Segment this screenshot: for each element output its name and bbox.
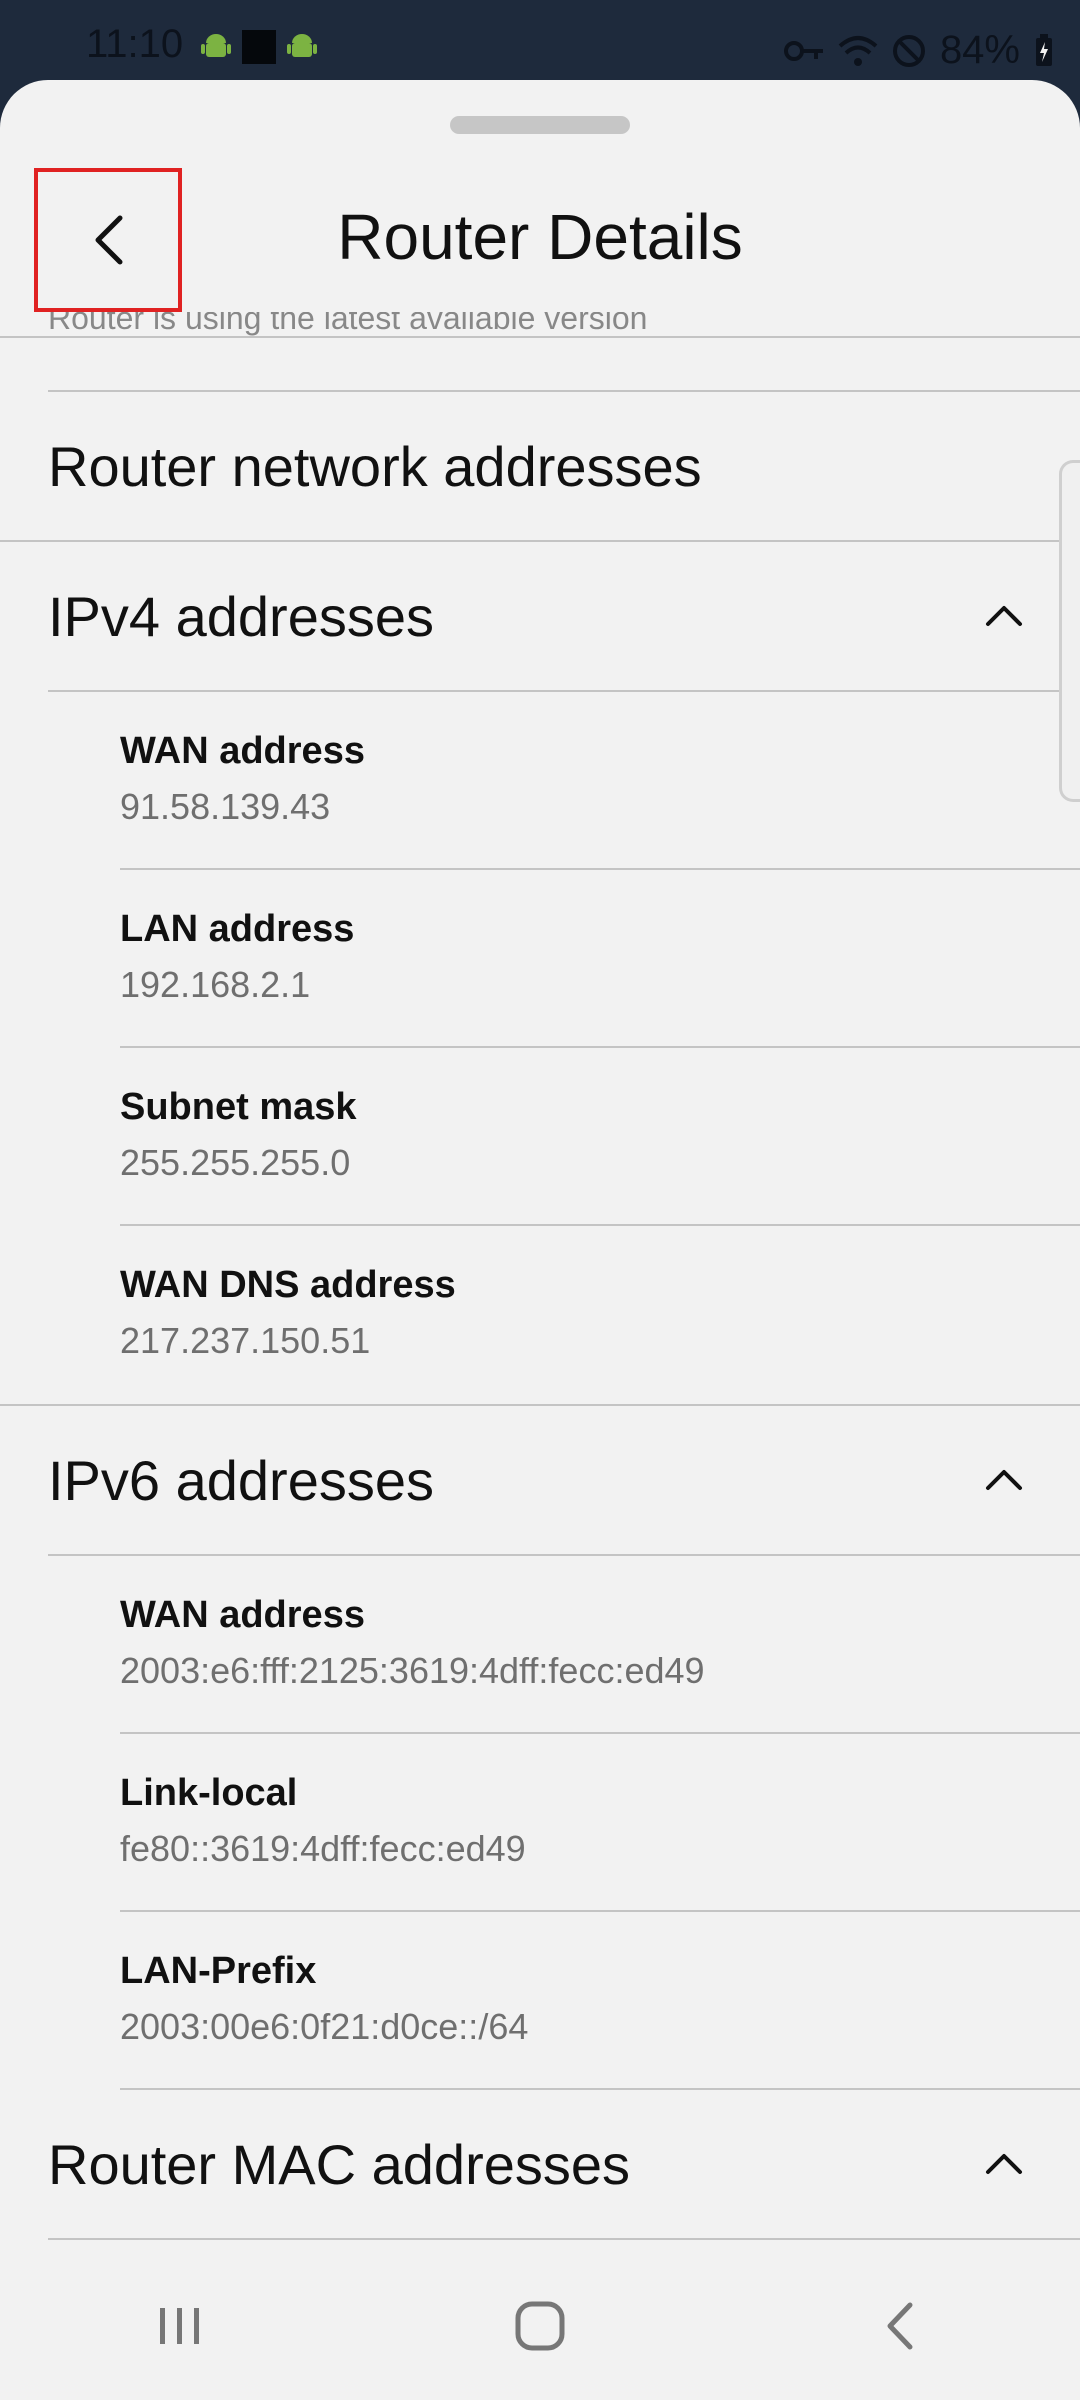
- item-label: Subnet mask: [120, 1086, 357, 1128]
- list-item-lan-prefix: LAN-Prefix 2003:00e6:0f21:d0ce::/64: [0, 1912, 1080, 2090]
- section-ipv6-addresses[interactable]: IPv6 addresses: [0, 1406, 1080, 1554]
- list-item-lan-address: LAN address 192.168.2.1: [0, 870, 1080, 1048]
- scrollbar[interactable]: [1059, 460, 1080, 802]
- key-icon: [783, 40, 823, 61]
- section-router-network-addresses: Router network addresses: [0, 392, 1080, 540]
- router-details-sheet: Router Details Router is using the lates…: [0, 80, 1080, 2400]
- back-arrow-icon: [887, 2302, 913, 2350]
- item-label: WAN DNS address: [120, 1264, 456, 1306]
- item-label: LAN-Prefix: [120, 1950, 317, 1992]
- header-divider: [0, 336, 1080, 338]
- system-back-button[interactable]: [840, 2281, 960, 2371]
- section-title: Router network addresses: [48, 434, 702, 498]
- chevron-up-icon[interactable]: [982, 1458, 1026, 1502]
- list-item-subnet-mask: Subnet mask 255.255.255.0: [0, 1048, 1080, 1226]
- system-navigation-bar: [0, 2252, 1080, 2400]
- item-value: 2003:e6:fff:2125:3619:4dff:fecc:ed49: [120, 1650, 705, 1691]
- section-title: IPv4 addresses: [48, 584, 434, 648]
- home-icon: [515, 2301, 565, 2351]
- list-item-wan-address: WAN address 91.58.139.43: [0, 692, 1080, 870]
- item-value: fe80::3619:4dff:fecc:ed49: [120, 1828, 526, 1869]
- section-title: Router MAC addresses: [48, 2132, 631, 2196]
- item-value: 2003:00e6:0f21:d0ce::/64: [120, 2006, 529, 2047]
- square-icon: [242, 30, 276, 64]
- blocked-icon: [892, 34, 925, 67]
- notification-icons: [200, 30, 318, 64]
- list-item-ipv6-wan-address: WAN address 2003:e6:fff:2125:3619:4dff:f…: [0, 1556, 1080, 1734]
- item-label: Link-local: [120, 1772, 298, 1814]
- item-value: 217.237.150.51: [120, 1320, 371, 1361]
- system-icons: 84%: [783, 28, 1054, 73]
- back-button[interactable]: [34, 168, 182, 312]
- chevron-left-icon: [95, 215, 123, 265]
- recent-apps-icon: [160, 2308, 199, 2344]
- divider: [48, 2238, 1080, 2240]
- section-router-mac-addresses[interactable]: Router MAC addresses: [0, 2090, 1080, 2238]
- section-ipv4-addresses[interactable]: IPv4 addresses: [0, 542, 1080, 690]
- android-icon: [201, 34, 231, 57]
- item-label: WAN address: [120, 1594, 365, 1636]
- wifi-icon: [838, 35, 878, 66]
- home-button[interactable]: [480, 2281, 600, 2371]
- details-list: Router network addresses IPv4 addresses …: [0, 390, 1080, 2240]
- list-item-link-local: Link-local fe80::3619:4dff:fecc:ed49: [0, 1734, 1080, 1912]
- recent-apps-button[interactable]: [120, 2281, 240, 2371]
- sheet-drag-handle[interactable]: [450, 116, 630, 134]
- firmware-status-text: Router is using the latest available ver…: [48, 312, 648, 336]
- chevron-up-icon[interactable]: [982, 594, 1026, 638]
- item-value: 192.168.2.1: [120, 964, 311, 1005]
- item-value: 91.58.139.43: [120, 786, 331, 827]
- battery-percentage: 84%: [939, 28, 1020, 72]
- battery-charging-icon: [1036, 33, 1052, 66]
- section-title: IPv6 addresses: [48, 1448, 434, 1512]
- status-time: 11:10: [86, 22, 184, 66]
- chevron-up-icon[interactable]: [982, 2142, 1026, 2186]
- item-label: LAN address: [120, 908, 355, 950]
- android-icon: [287, 34, 317, 57]
- item-value: 255.255.255.0: [120, 1142, 351, 1183]
- item-label: WAN address: [120, 730, 365, 772]
- list-item-wan-dns-address: WAN DNS address 217.237.150.51: [0, 1226, 1080, 1404]
